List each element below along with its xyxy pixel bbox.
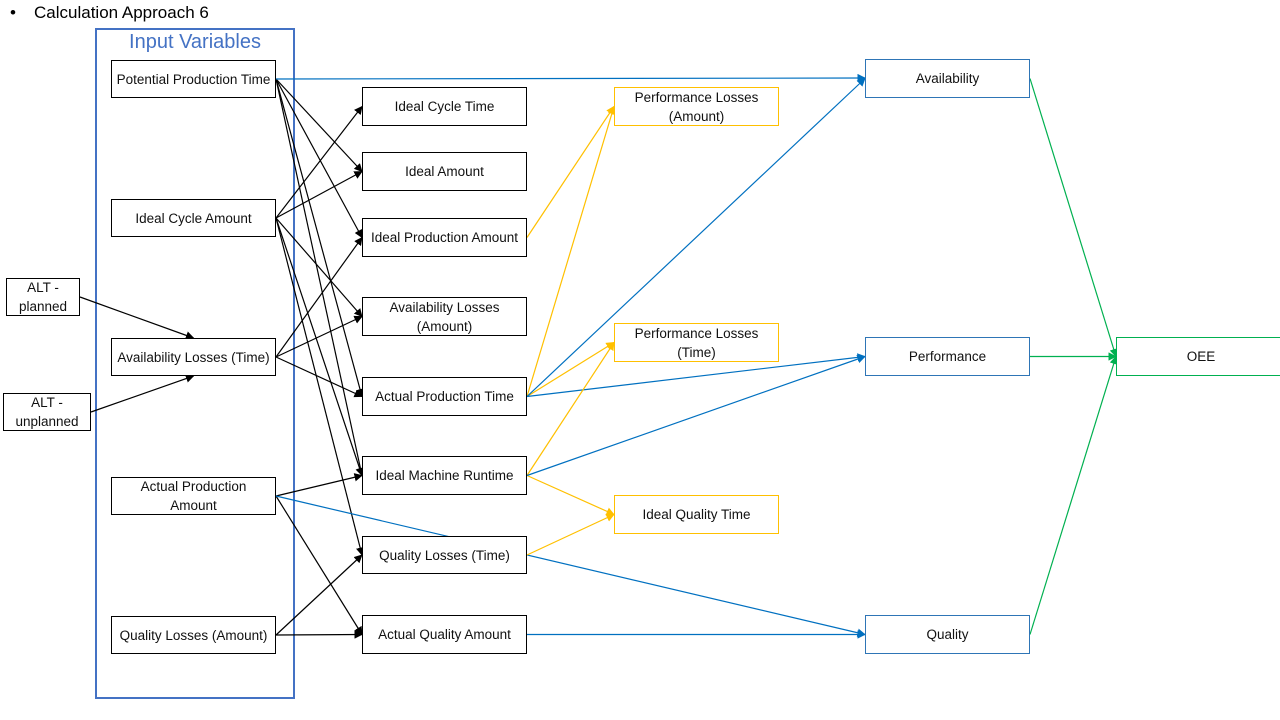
node-label: Availability (915, 71, 980, 86)
node-ideal-amount: Ideal Amount (362, 152, 527, 191)
node-label: OEE (1186, 349, 1216, 364)
edge-alt-planned-to-availability-losses-time (79, 296, 195, 340)
node-actual-production-amount: Actual Production Amount (111, 477, 276, 515)
edge-availability-losses-time-to-actual-production-time (275, 356, 363, 398)
edge-ideal-machine-runtime-to-ideal-quality-time (526, 474, 615, 516)
node-label: Quality (926, 627, 969, 642)
node-oee: OEE (1116, 337, 1280, 376)
edge-actual-production-time-to-performance (526, 353, 866, 398)
edge-actual-production-time-to-performance-losses-time (526, 341, 615, 398)
edge-actual-production-time-to-performance-losses-amount (526, 105, 616, 397)
node-label: Quality Losses (Time) (379, 547, 510, 563)
node-alt-unplanned: ALT - unplanned (3, 393, 91, 431)
edge-ideal-cycle-amount-to-ideal-amount (275, 170, 363, 219)
edge-ideal-cycle-amount-to-ideal-cycle-time (275, 105, 363, 219)
node-label: Ideal Amount (405, 164, 484, 179)
node-quality: Quality (865, 615, 1030, 654)
edge-ideal-machine-runtime-to-performance-losses-time (526, 341, 615, 476)
node-performance-losses-time: Performance Losses (Time) (614, 323, 779, 362)
node-label: Performance (908, 349, 987, 364)
edge-quality-losses-time-to-ideal-quality-time (526, 513, 615, 556)
node-actual-quality-amount: Actual Quality Amount (362, 615, 527, 654)
node-ideal-quality-time: Ideal Quality Time (614, 495, 779, 534)
node-quality-losses-time: Quality Losses (Time) (362, 536, 527, 574)
node-ideal-cycle-time: Ideal Cycle Time (362, 87, 527, 126)
edge-potential-production-time-to-availability (275, 73, 866, 83)
node-label: Potential Production Time (116, 71, 271, 87)
edge-quality-losses-amount-to-quality-losses-time (275, 554, 363, 636)
node-availability: Availability (865, 59, 1030, 98)
node-quality-losses-amount: Quality Losses (Amount) (111, 616, 276, 654)
node-alt-planned: ALT - planned (6, 278, 80, 316)
edge-actual-production-amount-to-ideal-machine-runtime (275, 473, 363, 497)
edge-actual-production-amount-to-actual-quality-amount (275, 495, 363, 636)
edge-ideal-cycle-amount-to-quality-losses-time (275, 217, 365, 556)
node-label: ALT - planned (18, 280, 68, 314)
node-ideal-production-amount: Ideal Production Amount (362, 218, 527, 257)
node-label: Performance Losses (Amount) (634, 89, 759, 124)
node-actual-production-time: Actual Production Time (362, 377, 527, 416)
node-label: Actual Production Amount (140, 479, 247, 513)
node-label: Ideal Cycle Amount (135, 210, 252, 226)
node-label: ALT - unplanned (15, 395, 79, 429)
node-label: Quality Losses (Amount) (119, 627, 268, 643)
node-label: Ideal Cycle Time (394, 99, 495, 114)
node-label: Ideal Quality Time (642, 507, 751, 522)
edge-quality-losses-amount-to-actual-quality-amount (275, 630, 363, 639)
node-availability-losses-amount: Availability Losses (Amount) (362, 297, 527, 336)
edge-alt-unplanned-to-availability-losses-time (90, 374, 195, 413)
edge-potential-production-time-to-ideal-machine-runtime (275, 78, 365, 477)
node-ideal-cycle-amount: Ideal Cycle Amount (111, 199, 276, 237)
node-label: Performance Losses (Time) (634, 325, 759, 360)
edge-potential-production-time-to-actual-production-time (275, 78, 365, 398)
node-performance-losses-amount: Performance Losses (Amount) (614, 87, 779, 126)
node-label: Actual Quality Amount (378, 627, 511, 642)
node-label: Availability Losses (Time) (117, 349, 270, 365)
edge-ideal-machine-runtime-to-performance (526, 355, 866, 477)
edge-availability-to-oee (1029, 78, 1118, 358)
node-potential-production-time: Potential Production Time (111, 60, 276, 98)
node-availability-losses-time: Availability Losses (Time) (111, 338, 276, 376)
node-label: Availability Losses (Amount) (389, 299, 500, 334)
edge-ideal-production-amount-to-performance-losses-amount (526, 105, 615, 238)
node-label: Actual Production Time (375, 389, 514, 404)
node-performance: Performance (865, 337, 1030, 376)
edge-quality-to-oee (1029, 355, 1118, 635)
node-label: Ideal Production Amount (370, 230, 519, 245)
node-ideal-machine-runtime: Ideal Machine Runtime (362, 456, 527, 495)
node-label: Ideal Machine Runtime (375, 468, 514, 483)
